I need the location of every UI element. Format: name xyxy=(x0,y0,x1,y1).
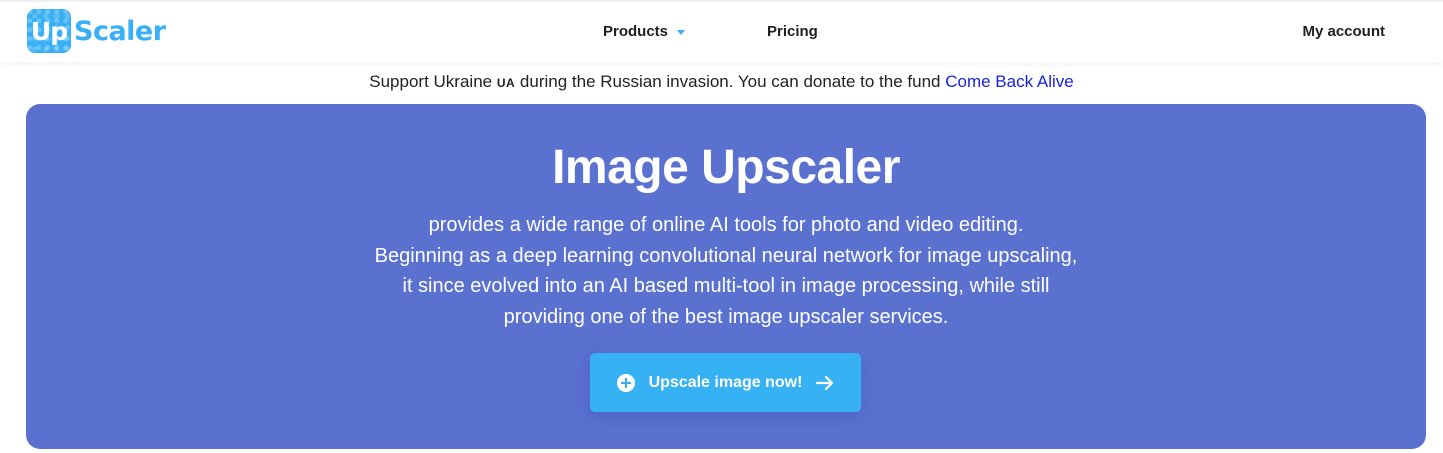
nav-pricing-link[interactable]: Pricing xyxy=(767,23,818,40)
ua-flag-label: UA xyxy=(496,76,516,90)
come-back-alive-link[interactable]: Come Back Alive xyxy=(945,72,1074,91)
ukraine-support-banner: Support Ukraine UA during the Russian in… xyxy=(0,72,1443,92)
hero-description-line: Beginning as a deep learning convolution… xyxy=(374,244,1078,267)
hero-description-line: providing one of the best image upscaler… xyxy=(503,305,949,328)
nav-products-label: Products xyxy=(603,23,669,40)
hero-section: Image Upscaler provides a wide range of … xyxy=(26,104,1426,449)
my-account-link[interactable]: My account xyxy=(1302,23,1385,40)
page-title: Image Upscaler xyxy=(552,141,900,194)
notice-text-start: Support Ukraine xyxy=(369,72,497,91)
hero-description-line: it since evolved into an AI based multi-… xyxy=(402,275,1050,297)
upscale-button-label: Upscale image now! xyxy=(648,373,803,391)
nav-products-dropdown[interactable]: Products xyxy=(603,23,686,40)
notice-text-end: during the Russian invasion. You can don… xyxy=(515,72,946,91)
logo-badge: Up xyxy=(27,9,71,53)
chevron-down-icon xyxy=(677,30,686,35)
upscaler-logo[interactable]: Up Scaler xyxy=(27,8,166,54)
top-navbar: Up Scaler Products Pricing My account xyxy=(0,0,1443,62)
hero-description-line: provides a wide range of online AI tools… xyxy=(428,214,1024,236)
plus-circle-icon xyxy=(616,373,635,392)
arrow-right-icon xyxy=(816,375,834,390)
logo-text: Scaler xyxy=(74,15,166,47)
hero-description: provides a wide range of online AI tools… xyxy=(276,210,1176,332)
upscale-image-button[interactable]: Upscale image now! xyxy=(590,353,861,412)
